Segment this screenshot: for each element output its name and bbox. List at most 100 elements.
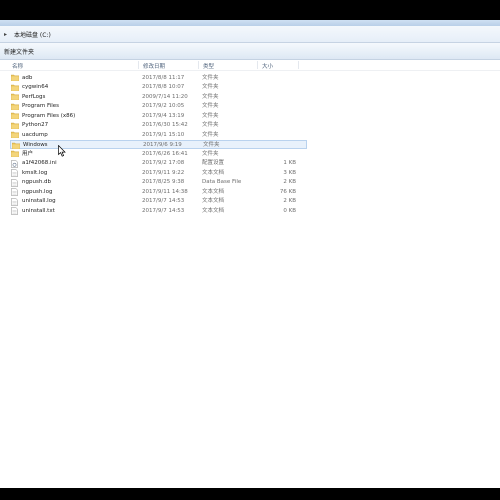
file-name: cygwin64 [22, 84, 49, 90]
folder-icon [12, 142, 20, 149]
file-row[interactable]: 用户 2017/6/26 16:41 文件夹 [0, 149, 500, 159]
file-row[interactable]: kmsIt.log 2017/9/11 9:22 文本文档 3 KB [0, 168, 500, 178]
file-row[interactable]: Python27 2017/6/30 15:42 文件夹 [0, 121, 500, 131]
text-file-icon [11, 169, 19, 177]
file-name: Program Files [22, 103, 60, 109]
mouse-cursor-icon [58, 145, 66, 157]
file-size: 76 KB [279, 188, 296, 195]
address-bar[interactable]: ▸ 本地磁盘 (C:) [0, 26, 500, 43]
file-type: Data Base File [202, 179, 242, 185]
folder-icon [11, 84, 19, 91]
file-row[interactable]: a1f42068.ini 2017/9/2 17:08 配置设置 1 KB [0, 159, 500, 169]
text-file-icon [11, 188, 19, 196]
file-row[interactable]: adb 2017/8/8 11:17 文件夹 [0, 73, 500, 83]
file-row[interactable]: PerfLogs 2009/7/14 11:20 文件夹 [0, 92, 500, 102]
file-row[interactable]: uacdump 2017/9/1 15:10 文件夹 [0, 130, 500, 140]
file-name: Windows [23, 142, 48, 148]
settings-file-icon [11, 159, 19, 168]
toolbar: 新建文件夹 [0, 43, 500, 60]
file-type: 文件夹 [202, 112, 219, 119]
file-type: 配置设置 [202, 160, 225, 166]
file-type: 文本文档 [202, 169, 225, 176]
breadcrumb-path[interactable]: 本地磁盘 (C:) [14, 30, 51, 39]
file-modified-date: 2017/9/11 9:22 [142, 169, 185, 176]
file-type: 文本文档 [202, 207, 225, 214]
column-divider[interactable] [257, 61, 258, 69]
folder-icon [11, 74, 19, 81]
file-type: 文件夹 [202, 93, 219, 100]
file-modified-date: 2017/9/7 14:53 [142, 207, 185, 214]
file-row[interactable]: Windows 2017/9/6 9:19 文件夹 [10, 139, 307, 149]
file-name: Program Files (x86) [22, 112, 76, 119]
bottom-bar [0, 488, 500, 500]
column-header: 名称 修改日期 类型 大小 [0, 60, 500, 71]
file-type: 文件夹 [202, 103, 219, 109]
folder-icon [11, 112, 19, 119]
file-modified-date: 2017/9/11 14:38 [142, 188, 188, 195]
file-size: 2 KB [283, 179, 296, 185]
text-file-icon [11, 207, 19, 215]
column-divider[interactable] [138, 61, 139, 69]
breadcrumb-arrow-icon[interactable]: ▸ [4, 31, 12, 38]
file-row[interactable]: cygwin64 2017/8/8 10:07 文件夹 [0, 83, 500, 93]
file-modified-date: 2017/8/8 10:07 [142, 84, 185, 90]
file-size: 2 KB [283, 198, 296, 204]
explorer-window: ▸ 本地磁盘 (C:) 新建文件夹 名称 修改日期 类型 大小 adb 2017/… [0, 20, 500, 488]
file-name: kmsIt.log [22, 169, 48, 176]
file-list-pane: 名称 修改日期 类型 大小 adb 2017/8/8 11:17 文件夹 cygwin… [0, 60, 500, 488]
file-type: 文件夹 [202, 84, 219, 90]
file-type: 文件夹 [202, 150, 219, 157]
column-name-header[interactable]: 名称 [12, 62, 23, 70]
file-modified-date: 2017/9/6 9:19 [143, 142, 182, 148]
file-size: 0 KB [283, 207, 296, 214]
file-row[interactable]: Program Files 2017/9/2 10:05 文件夹 [0, 102, 500, 112]
column-type-header[interactable]: 类型 [203, 62, 214, 70]
column-divider[interactable] [298, 61, 299, 69]
folder-icon [11, 103, 19, 110]
file-modified-date: 2017/9/1 15:10 [142, 131, 185, 138]
folder-icon [11, 150, 19, 157]
file-type: 文件夹 [203, 142, 220, 148]
file-name: PerfLogs [22, 93, 46, 100]
file-name: uacdump [22, 131, 48, 138]
file-modified-date: 2009/7/14 11:20 [142, 93, 188, 100]
file-row[interactable]: ngpush.log 2017/9/11 14:38 文本文档 76 KB [0, 187, 500, 197]
folder-icon [11, 93, 19, 100]
file-list: adb 2017/8/8 11:17 文件夹 cygwin64 2017/8/8 10:… [0, 73, 500, 216]
file-name: ngpush.db [22, 179, 52, 185]
column-date-header[interactable]: 修改日期 [143, 62, 165, 70]
file-modified-date: 2017/6/26 16:41 [142, 150, 188, 157]
file-type: 文本文档 [202, 198, 225, 204]
folder-icon [11, 131, 19, 138]
file-name: a1f42068.ini [22, 160, 57, 166]
file-type: 文件夹 [202, 131, 219, 138]
column-size-header[interactable]: 大小 [262, 62, 273, 70]
file-row[interactable]: uninstall.log 2017/9/7 14:53 文本文档 2 KB [0, 197, 500, 207]
file-modified-date: 2017/9/2 10:05 [142, 103, 185, 109]
file-modified-date: 2017/8/25 9:38 [142, 179, 185, 185]
column-divider[interactable] [198, 61, 199, 69]
file-name: uninstall.log [22, 198, 56, 204]
file-type: 文本文档 [202, 188, 225, 195]
file-modified-date: 2017/9/4 13:19 [142, 112, 185, 119]
file-modified-date: 2017/8/8 11:17 [142, 74, 185, 81]
text-file-icon [11, 178, 19, 187]
file-name: ngpush.log [22, 188, 53, 195]
file-name: adb [22, 74, 33, 81]
text-file-icon [11, 197, 19, 206]
file-row[interactable]: Program Files (x86) 2017/9/4 13:19 文件夹 [0, 111, 500, 121]
file-name: Python27 [22, 122, 49, 128]
file-modified-date: 2017/9/7 14:53 [142, 198, 185, 204]
file-row[interactable]: ngpush.db 2017/8/25 9:38 Data Base File 2 K… [0, 178, 500, 188]
file-type: 文件夹 [202, 122, 219, 128]
file-modified-date: 2017/9/2 17:08 [142, 160, 185, 166]
file-modified-date: 2017/6/30 15:42 [142, 122, 188, 128]
file-name: 用户 [22, 150, 34, 157]
file-name: uninstall.txt [22, 207, 55, 214]
file-type: 文件夹 [202, 74, 219, 81]
new-folder-button[interactable]: 新建文件夹 [2, 46, 36, 57]
folder-icon [11, 122, 19, 129]
file-size: 1 KB [283, 160, 296, 166]
file-row[interactable]: uninstall.txt 2017/9/7 14:53 文本文档 0 KB [0, 206, 500, 216]
file-size: 3 KB [283, 169, 296, 176]
